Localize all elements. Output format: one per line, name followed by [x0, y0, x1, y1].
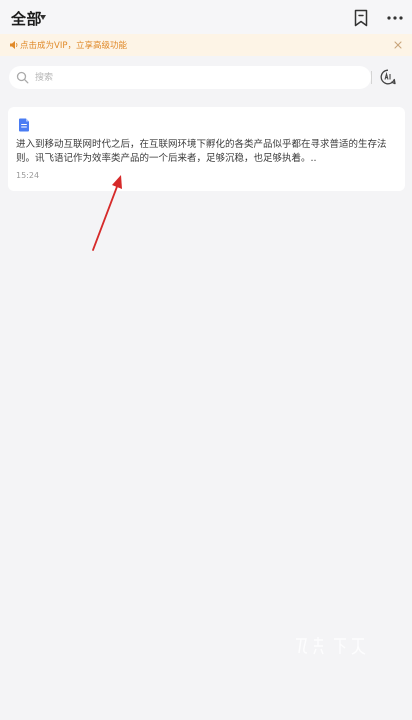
folder-filter-title[interactable]: 全部	[11, 8, 42, 29]
annotation-arrow-icon	[92, 175, 122, 251]
note-preview-text: 进入到移动互联网时代之后，在互联网环境下孵化的各类产品似乎都在寻求普适的生存法则…	[16, 139, 387, 164]
watermark-logo	[296, 637, 366, 655]
bookmark-icon[interactable]	[353, 9, 369, 27]
more-icon[interactable]	[386, 9, 404, 27]
speaker-icon	[10, 41, 18, 49]
vip-promo-banner: 点击成为VIP，立享高级功能	[0, 34, 412, 56]
ai-icon[interactable]	[379, 68, 397, 86]
search-input[interactable]	[35, 68, 335, 87]
document-icon	[19, 118, 29, 132]
search-divider	[371, 71, 372, 84]
vip-promo-text[interactable]: 点击成为VIP，立享高级功能	[20, 39, 127, 51]
note-timestamp: 15:24	[16, 171, 40, 180]
note-card[interactable]: 进入到移动互联网时代之后，在互联网环境下孵化的各类产品似乎都在寻求普适的生存法则…	[8, 107, 405, 191]
close-icon[interactable]	[392, 39, 404, 51]
caret-down-icon[interactable]	[40, 15, 46, 20]
search-bar	[9, 66, 371, 89]
top-bar: 全部	[0, 0, 412, 34]
search-icon	[16, 71, 29, 84]
